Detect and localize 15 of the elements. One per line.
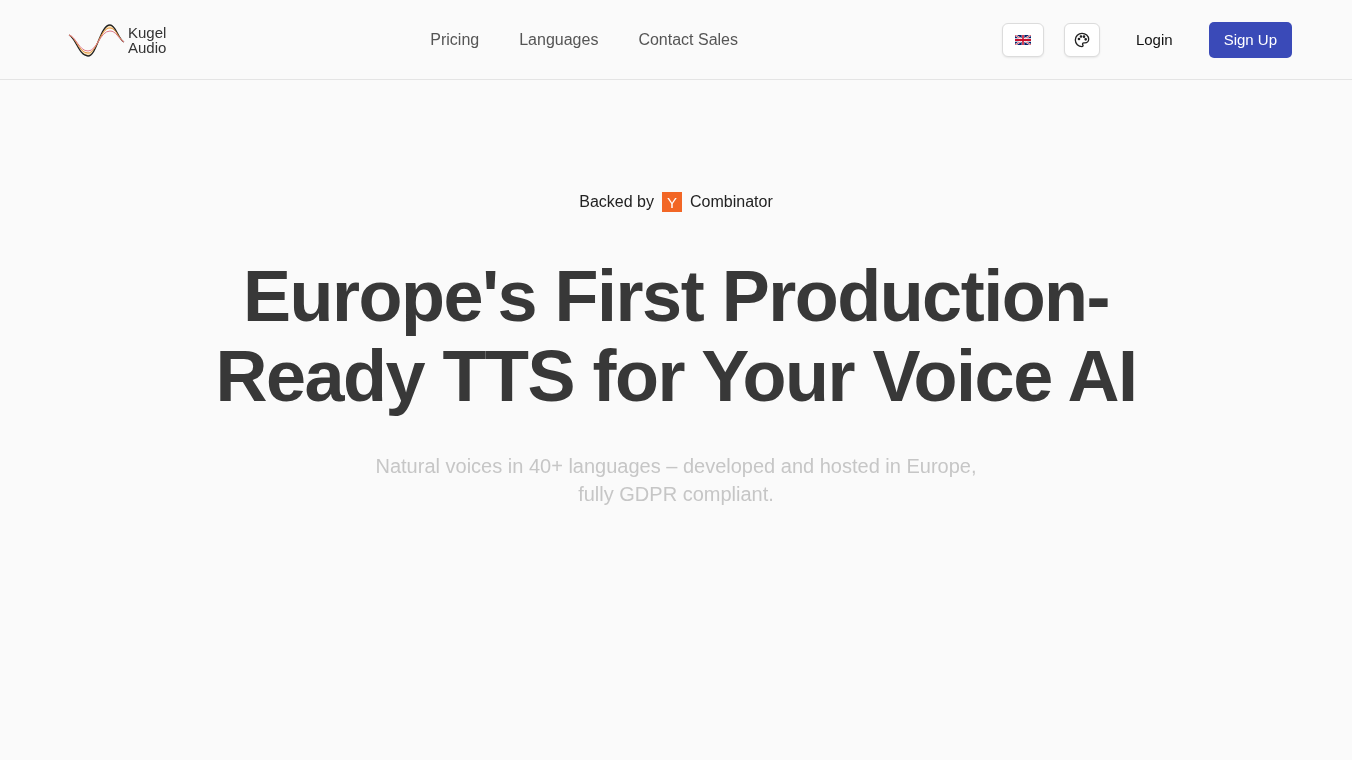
backed-by-text: Backed by: [579, 193, 654, 211]
theme-button[interactable]: [1063, 22, 1100, 57]
sign-up-button[interactable]: Sign Up: [1208, 21, 1292, 58]
flag-icon: [1014, 34, 1031, 45]
nav-link[interactable]: Languages: [519, 30, 599, 49]
nav-link[interactable]: Contact Sales: [638, 30, 738, 49]
login-button[interactable]: Login: [1135, 23, 1173, 56]
language-button[interactable]: [1001, 22, 1044, 57]
hero-headline: Europe's First Production-Ready TTS for Your Voice AI: [214, 256, 1138, 416]
palette-icon: [1073, 31, 1090, 48]
nav-link[interactable]: Pricing: [430, 30, 480, 49]
logo-wordmark[interactable]: Kugel Audio: [128, 24, 167, 55]
wave-logo-icon[interactable]: [66, 21, 126, 58]
y-logo-badge: Y: [662, 192, 682, 212]
combinator-text: Combinator: [690, 193, 773, 211]
